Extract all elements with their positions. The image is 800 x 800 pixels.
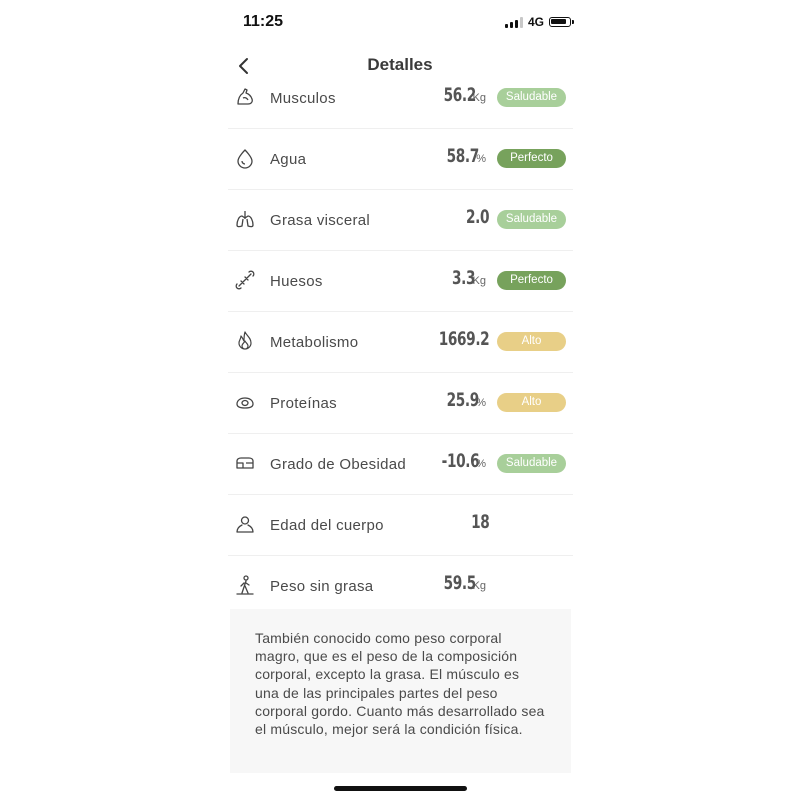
metric-label: Peso sin grasa <box>270 578 374 595</box>
network-type: 4G <box>528 15 545 29</box>
description-card: También conocido como peso corporal magr… <box>230 609 571 773</box>
status-badge: Alto <box>497 332 566 351</box>
status-badge: Saludable <box>497 454 566 473</box>
metric-value: 58.7% <box>446 145 486 167</box>
battery-icon <box>549 17 575 27</box>
metric-label: Grado de Obesidad <box>270 456 407 473</box>
metric-value: -10.6% <box>441 450 486 472</box>
metric-row-grasa-visceral[interactable]: Grasa visceral 2.0 Saludable <box>228 190 573 251</box>
flexed-arm-icon <box>237 88 253 105</box>
metric-value: 18 <box>470 511 490 533</box>
metric-label: Grasa visceral <box>270 212 371 229</box>
water-drop-icon <box>237 149 253 169</box>
flame-icon <box>238 331 252 350</box>
metric-value: 3.3Kg <box>452 267 486 289</box>
metric-label: Huesos <box>270 273 323 290</box>
metric-label: Agua <box>270 151 307 168</box>
metric-value: 1669.2 <box>438 328 489 350</box>
status-time: 11:25 <box>243 13 284 30</box>
status-badge: Alto <box>497 393 566 412</box>
metric-value: 2.0 <box>465 206 490 228</box>
metric-value: 59.5Kg <box>443 572 486 594</box>
person-icon <box>236 516 254 533</box>
bone-icon <box>235 270 255 290</box>
metric-value: 25.9% <box>446 389 486 411</box>
status-badge: Saludable <box>497 210 566 229</box>
metric-label: Proteínas <box>270 395 337 412</box>
metric-row-musculos[interactable]: Musculos 56.2Kg Saludable <box>228 68 573 129</box>
metric-row-peso-sin-grasa[interactable]: Peso sin grasa 59.5Kg <box>228 556 573 616</box>
status-badge: Saludable <box>497 88 566 107</box>
signal-icon <box>505 16 523 28</box>
metric-row-edad-cuerpo[interactable]: Edad del cuerpo 18 <box>228 495 573 556</box>
standing-figure-icon <box>236 575 254 595</box>
metric-row-agua[interactable]: Agua 58.7% Perfecto <box>228 129 573 190</box>
lungs-icon <box>236 211 254 228</box>
status-right: 4G <box>505 15 575 29</box>
status-badge: Perfecto <box>497 149 566 168</box>
metric-value: 56.2Kg <box>443 84 486 106</box>
metric-label: Metabolismo <box>270 334 359 351</box>
home-indicator[interactable] <box>334 786 467 791</box>
metric-row-proteinas[interactable]: Proteínas 25.9% Alto <box>228 373 573 434</box>
status-bar: 11:25 4G <box>0 0 800 44</box>
metric-row-grado-obesidad[interactable]: Grado de Obesidad -10.6% Saludable <box>228 434 573 495</box>
metric-label: Edad del cuerpo <box>270 517 384 534</box>
status-badge: Perfecto <box>497 271 566 290</box>
metrics-list: Musculos 56.2Kg Saludable Agua 58.7% Per… <box>228 68 573 616</box>
metric-label: Musculos <box>270 90 336 107</box>
egg-icon <box>236 397 254 409</box>
body-fat-icon <box>236 457 254 469</box>
metric-row-metabolismo[interactable]: Metabolismo 1669.2 Alto <box>228 312 573 373</box>
metric-row-huesos[interactable]: Huesos 3.3Kg Perfecto <box>228 251 573 312</box>
